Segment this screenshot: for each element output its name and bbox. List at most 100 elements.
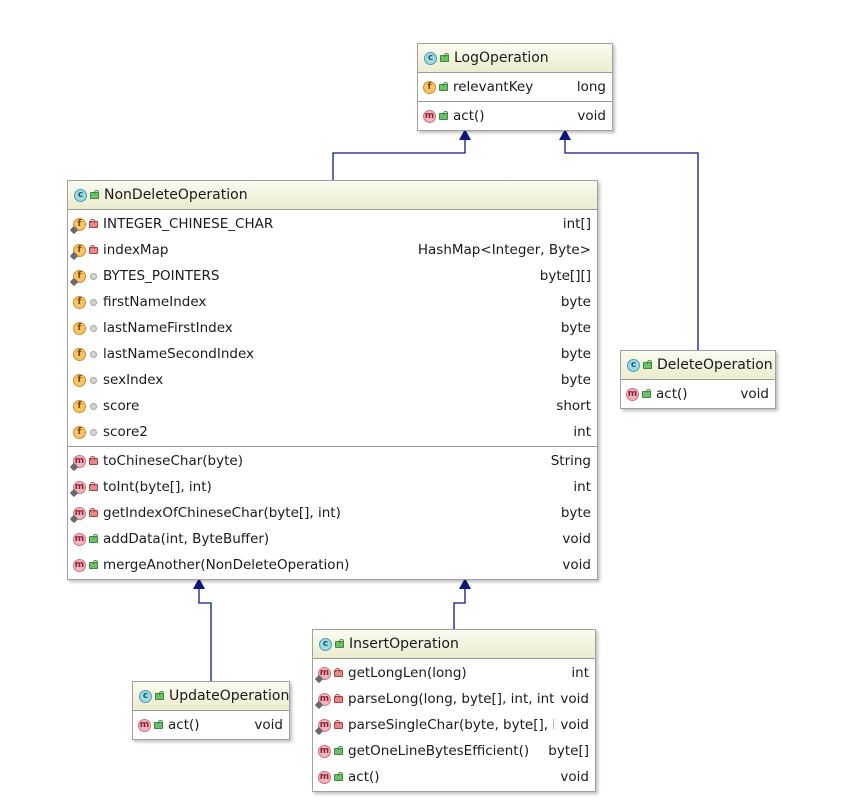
package-visibility-icon bbox=[89, 349, 98, 359]
method-signature: mergeAnother(NonDeleteOperation) bbox=[103, 557, 350, 573]
method-row-parsesinglechar-byte-byte-int[interactable]: m parseSingleChar(byte, byte[], int) void bbox=[313, 712, 595, 738]
methods-section: m act() void bbox=[133, 711, 289, 739]
method-row-act[interactable]: m act() void bbox=[621, 381, 775, 407]
method-icon: m bbox=[318, 744, 331, 758]
edge-insert-to-nondelete bbox=[453, 589, 466, 629]
method-icon: m bbox=[73, 558, 86, 572]
method-signature: act() bbox=[656, 386, 688, 402]
return-type: void bbox=[562, 557, 591, 573]
method-row-getonelinebytesefficient[interactable]: m getOneLineBytesEfficient() byte[] bbox=[313, 738, 595, 764]
field-name: relevantKey bbox=[453, 79, 534, 95]
private-visibility-icon bbox=[334, 668, 343, 678]
public-visibility-icon bbox=[439, 111, 448, 121]
class-logoperation[interactable]: c LogOperation f relevantKey long m act() void bbox=[417, 43, 613, 131]
field-type: int[] bbox=[562, 216, 591, 232]
field-row-score2[interactable]: f score2 int bbox=[68, 419, 597, 445]
method-row-tochinesechar-byte[interactable]: m toChineseChar(byte) String bbox=[68, 448, 597, 474]
public-visibility-icon bbox=[335, 639, 344, 649]
field-row-relevantkey[interactable]: f relevantKey long bbox=[418, 74, 612, 100]
method-row-getindexofchinesechar-byte-int[interactable]: m getIndexOfChineseChar(byte[], int) byte bbox=[68, 500, 597, 526]
field-type: byte bbox=[560, 372, 591, 388]
method-icon: m bbox=[314, 692, 331, 709]
return-type: void bbox=[560, 691, 589, 707]
method-icon: m bbox=[73, 532, 86, 546]
return-type: byte bbox=[560, 505, 591, 521]
return-type: void bbox=[740, 386, 769, 402]
field-type: byte[][] bbox=[539, 268, 591, 284]
method-icon: m bbox=[318, 770, 331, 784]
private-visibility-icon bbox=[334, 694, 343, 704]
method-icon: m bbox=[423, 109, 436, 123]
class-deleteoperation[interactable]: c DeleteOperation m act() void bbox=[620, 350, 776, 409]
field-row-indexmap[interactable]: f indexMap HashMap<Integer, Byte> bbox=[68, 237, 597, 263]
field-icon: f bbox=[423, 80, 436, 94]
class-header[interactable]: c InsertOperation bbox=[313, 630, 595, 659]
field-name: indexMap bbox=[103, 242, 169, 258]
methods-section: m act() void bbox=[418, 102, 612, 130]
class-header[interactable]: c NonDeleteOperation bbox=[68, 181, 597, 210]
method-icon: m bbox=[69, 454, 86, 471]
method-row-mergeanother-nondeleteoperation[interactable]: m mergeAnother(NonDeleteOperation) void bbox=[68, 552, 597, 578]
field-type: short bbox=[556, 398, 591, 414]
return-type: void bbox=[254, 717, 283, 733]
field-icon: f bbox=[73, 295, 86, 309]
method-icon: m bbox=[138, 718, 151, 732]
public-visibility-icon bbox=[89, 560, 98, 570]
method-row-adddata-int-bytebuffer[interactable]: m addData(int, ByteBuffer) void bbox=[68, 526, 597, 552]
private-visibility-icon bbox=[89, 245, 98, 255]
field-icon: f bbox=[69, 243, 86, 260]
class-header[interactable]: c DeleteOperation bbox=[621, 351, 775, 380]
field-row-lastnamefirstindex[interactable]: f lastNameFirstIndex byte bbox=[68, 315, 597, 341]
fields-section: f INTEGER_CHINESE_CHAR int[] f indexMap HashM… bbox=[68, 210, 597, 447]
method-row-act[interactable]: m act() void bbox=[313, 764, 595, 790]
field-type: byte bbox=[560, 346, 591, 362]
field-icon: f bbox=[73, 321, 86, 335]
methods-section: m toChineseChar(byte) String m toInt(byte[],… bbox=[68, 447, 597, 579]
package-visibility-icon bbox=[89, 427, 98, 437]
class-insertoperation[interactable]: c InsertOperation m getLongLen(long) int m par… bbox=[312, 629, 596, 792]
method-row-act[interactable]: m act() void bbox=[133, 712, 289, 738]
field-name: INTEGER_CHINESE_CHAR bbox=[103, 216, 274, 232]
class-name: LogOperation bbox=[454, 50, 549, 66]
method-row-getlonglen-long[interactable]: m getLongLen(long) int bbox=[313, 660, 595, 686]
class-header[interactable]: c UpdateOperation bbox=[133, 682, 289, 711]
class-header[interactable]: c LogOperation bbox=[418, 44, 612, 73]
method-icon: m bbox=[314, 718, 331, 735]
return-type: int bbox=[573, 479, 591, 495]
field-row-sexindex[interactable]: f sexIndex byte bbox=[68, 367, 597, 393]
method-row-parselong-long-byte-int-int[interactable]: m parseLong(long, byte[], int, int) void bbox=[313, 686, 595, 712]
field-row-bytes-pointers[interactable]: f BYTES_POINTERS byte[][] bbox=[68, 263, 597, 289]
class-name: DeleteOperation bbox=[657, 357, 773, 373]
private-visibility-icon bbox=[89, 508, 98, 518]
return-type: void bbox=[560, 717, 589, 733]
field-icon: f bbox=[69, 269, 86, 286]
class-icon: c bbox=[139, 689, 152, 703]
public-visibility-icon bbox=[642, 389, 651, 399]
method-signature: act() bbox=[348, 769, 380, 785]
field-type: byte bbox=[560, 320, 591, 336]
class-name: UpdateOperation bbox=[169, 688, 290, 704]
field-type: long bbox=[576, 79, 606, 95]
field-row-integer-chinese-char[interactable]: f INTEGER_CHINESE_CHAR int[] bbox=[68, 211, 597, 237]
method-signature: addData(int, ByteBuffer) bbox=[103, 531, 270, 547]
field-type: int bbox=[573, 424, 591, 440]
class-icon: c bbox=[74, 188, 87, 202]
class-icon: c bbox=[627, 358, 640, 372]
field-name: score bbox=[103, 398, 140, 414]
method-signature: act() bbox=[168, 717, 200, 733]
method-row-toint-byte-int[interactable]: m toInt(byte[], int) int bbox=[68, 474, 597, 500]
public-visibility-icon bbox=[334, 772, 343, 782]
return-type: void bbox=[560, 769, 589, 785]
field-row-lastnamesecondindex[interactable]: f lastNameSecondIndex byte bbox=[68, 341, 597, 367]
field-name: BYTES_POINTERS bbox=[103, 268, 220, 284]
method-row-act[interactable]: m act() void bbox=[418, 103, 612, 129]
field-row-score[interactable]: f score short bbox=[68, 393, 597, 419]
methods-section: m act() void bbox=[621, 380, 775, 408]
edge-nondelete-to-logoperation bbox=[332, 140, 466, 180]
field-row-firstnameindex[interactable]: f firstNameIndex byte bbox=[68, 289, 597, 315]
private-visibility-icon bbox=[334, 720, 343, 730]
class-nondeleteoperation[interactable]: c NonDeleteOperation f INTEGER_CHINESE_CHAR… bbox=[67, 180, 598, 580]
package-visibility-icon bbox=[89, 271, 98, 281]
method-signature: getLongLen(long) bbox=[348, 665, 467, 681]
class-updateoperation[interactable]: c UpdateOperation m act() void bbox=[132, 681, 290, 740]
